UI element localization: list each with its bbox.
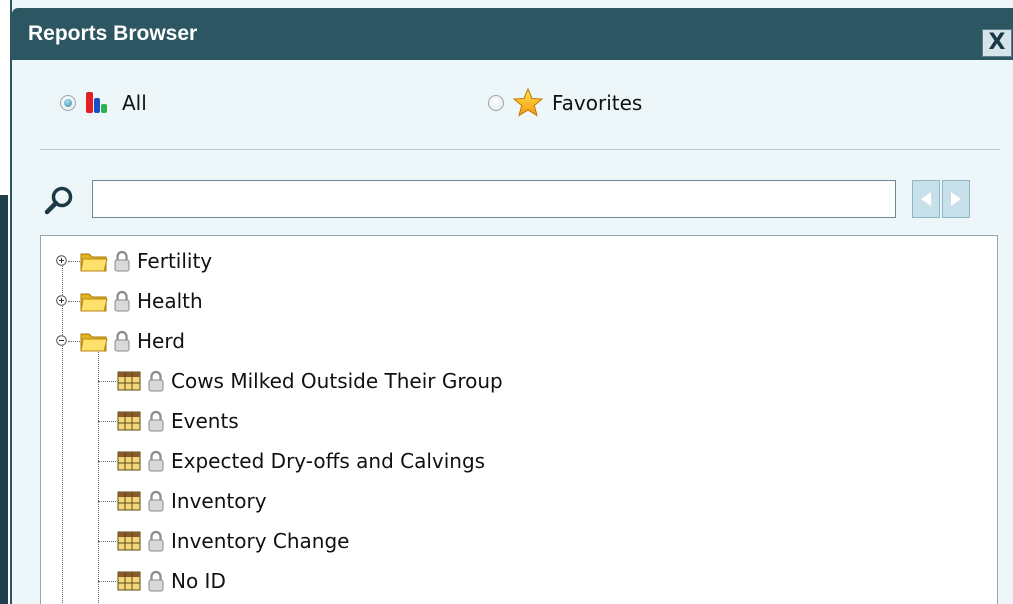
window-title: Reports Browser [28,22,198,45]
tree-folder-label: Health [137,289,203,313]
tree-connector [98,381,116,382]
lock-icon [114,330,130,352]
report-label: Inventory [171,489,267,513]
tree-folder-label: Herd [137,329,185,353]
lock-icon [148,530,164,552]
folder-icon [80,293,108,312]
tree-connector [62,263,63,604]
report-table-icon [117,451,141,471]
report-table-icon [117,491,141,511]
tree-report-item[interactable]: Inventory [117,483,267,519]
tree-report-item[interactable]: Events [117,403,239,439]
report-label: No ID [171,569,226,593]
report-table-icon [117,411,141,431]
expand-icon[interactable] [56,255,67,266]
tree-connector [98,461,116,462]
tree-connector [98,421,116,422]
tree-folder-label: Fertility [137,249,213,273]
tree-connector [98,541,116,542]
close-icon: X [988,30,1006,55]
search-input[interactable] [92,180,896,218]
report-label: Inventory Change [171,529,350,553]
favorites-label: Favorites [552,91,643,115]
previous-button[interactable] [912,180,940,218]
tree-report-item[interactable]: Inventory Change [117,523,349,559]
star-icon [512,87,544,117]
expand-icon[interactable] [56,295,67,306]
folder-icon [80,253,108,272]
tree-folder-fertility[interactable]: Fertility [79,243,212,279]
bar-chart-icon [86,92,107,113]
filter-favorites-option[interactable]: Favorites [488,86,642,120]
lock-icon [148,410,164,432]
report-label: Events [171,409,239,433]
tree-connector [98,352,99,604]
triangle-right-icon [951,192,961,206]
tree-folder-health[interactable]: Health [79,283,203,319]
lock-icon [148,490,164,512]
report-tree[interactable]: Fertility Health Herd Cows Milked Outsid… [40,235,998,604]
tree-connector [98,501,116,502]
close-button[interactable]: X [982,29,1012,57]
search-icon [44,186,73,215]
next-button[interactable] [942,180,970,218]
tree-connector [98,581,116,582]
report-table-icon [117,371,141,391]
lock-icon [114,290,130,312]
lock-icon [114,250,130,272]
background-window-edge [0,0,10,604]
lock-icon [148,370,164,392]
divider [40,149,1000,150]
report-table-icon [117,571,141,591]
filter-all-option[interactable]: All [60,86,147,120]
lock-icon [148,450,164,472]
lock-icon [148,570,164,592]
tree-report-item[interactable]: Cows Milked Outside Their Group [117,363,503,399]
title-bar[interactable]: Reports Browser X [12,8,1013,60]
tree-report-item[interactable]: Expected Dry-offs and Calvings [117,443,485,479]
triangle-left-icon [921,192,931,206]
folder-open-icon [80,333,108,352]
all-radio[interactable] [60,95,76,111]
report-label: Cows Milked Outside Their Group [171,369,503,393]
tree-report-item[interactable]: No ID [117,563,226,599]
report-label: Expected Dry-offs and Calvings [171,449,486,473]
favorites-radio[interactable] [488,95,504,111]
reports-browser-window: Reports Browser X All Favorites Fertilit… [10,0,1013,604]
report-table-icon [117,531,141,551]
all-label: All [122,91,147,115]
collapse-icon[interactable] [56,335,67,346]
tree-folder-herd[interactable]: Herd [79,323,185,359]
